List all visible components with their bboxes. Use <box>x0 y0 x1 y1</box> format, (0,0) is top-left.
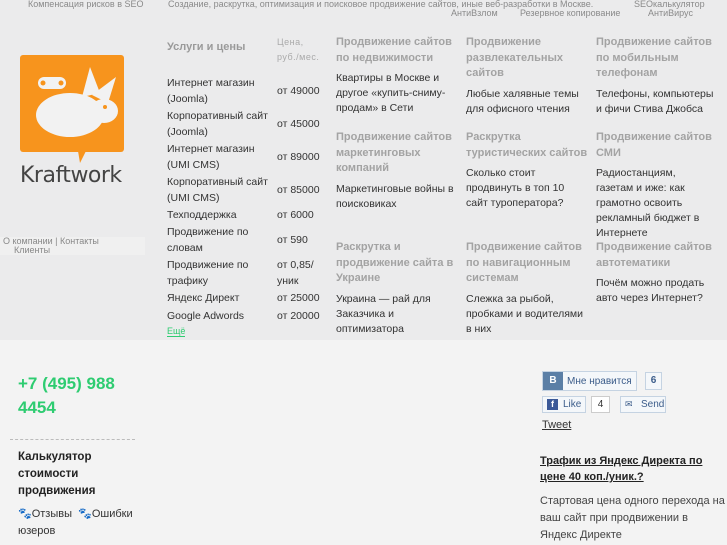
topic-title[interactable]: Продвижение сайтов СМИ <box>596 130 714 161</box>
send-icon: ✉ <box>625 399 633 409</box>
logo[interactable]: Kraftwork <box>20 55 125 190</box>
topic-text: Украина — рай для Заказчика и оптимизато… <box>336 292 431 335</box>
fb-like-button[interactable]: f Like <box>542 396 586 413</box>
vk-like-label: Мне нравится <box>567 376 632 387</box>
antivirus-link[interactable]: АнтиВирус <box>648 8 693 18</box>
service-name: Продвижение по словам <box>167 226 249 254</box>
topic-title[interactable]: Раскрутка и продвижение сайта в Украине <box>336 240 458 287</box>
logo-text: Kraftwork <box>20 163 122 188</box>
topic-text: Почём можно продать авто через Интернет? <box>596 277 705 304</box>
topic-title[interactable]: Продвижение сайтов маркетинговых компани… <box>336 130 458 177</box>
send-label: Send <box>641 399 665 410</box>
topic-text: Квартиры в Москве и другое «купить-сниму… <box>336 72 446 114</box>
service-row[interactable]: Продвижение по трафику от 0,85/уник <box>167 257 327 289</box>
compensation-link[interactable]: Компенсация рисков в SEO <box>28 0 144 9</box>
service-row[interactable]: Интернет магазин (UMI CMS) от 89000 <box>167 141 327 173</box>
topic-title[interactable]: Продвижение сайтов по навигационным сист… <box>466 240 588 287</box>
promo-title[interactable]: Трафик из Яндекс Директа по цене 40 коп.… <box>540 453 720 485</box>
service-price: от 45000 <box>277 118 320 130</box>
topic-card: Продвижение сайтов по недвижимости Кварти… <box>336 35 458 116</box>
service-name: Техподдержка <box>167 209 237 221</box>
topic-card: Продвижение сайтов автотематики Почём мож… <box>596 240 714 306</box>
service-row[interactable]: Корпоративный сайт (Joomla) от 45000 <box>167 108 327 140</box>
service-row[interactable]: Продвижение по словам от 590 <box>167 224 327 256</box>
calculator-links: 🐾Отзывы 🐾Ошибки юзеров <box>18 506 143 540</box>
tweet-link[interactable]: Tweet <box>542 419 571 431</box>
service-row[interactable]: Яндекс Директ от 25000 <box>167 290 327 306</box>
topic-text: Слежка за рыбой, пробками и водителями в… <box>466 292 583 335</box>
service-row[interactable]: Google Adwords от 20000 <box>167 308 327 324</box>
topic-card: Продвижение сайтов маркетинговых компани… <box>336 130 458 212</box>
topic-title[interactable]: Раскрутка туристических сайтов <box>466 130 588 161</box>
topic-title[interactable]: Продвижение сайтов автотематики <box>596 240 714 271</box>
service-price: от 590 <box>277 234 308 246</box>
antihack-link[interactable]: АнтиВзлом <box>451 8 498 18</box>
topic-text: Телефоны, компьютеры и фичи Стива Джобса <box>596 87 714 115</box>
paw-icon: 🐾 <box>78 508 92 520</box>
fb-like-count: 4 <box>591 396 610 413</box>
service-price: от 0,85/уник <box>277 259 314 287</box>
calculator-title[interactable]: Калькулятор стоимости продвижения <box>18 449 118 500</box>
facebook-icon: f <box>547 399 558 410</box>
nav-clients[interactable]: Клиенты <box>14 245 50 255</box>
service-price: от 89000 <box>277 151 320 163</box>
vk-like-button[interactable]: В Мне нравится <box>542 371 637 391</box>
reviews-link[interactable]: Отзывы <box>32 508 72 520</box>
service-name: Яндекс Директ <box>167 292 240 304</box>
promo-text: Стартовая цена одного перехода на ваш са… <box>540 495 725 541</box>
topic-text: Любые халявные темы для офисного чтения <box>466 87 579 115</box>
topic-title[interactable]: Продвижение сайтов по мобильным телефона… <box>596 35 714 82</box>
topic-card: Раскрутка и продвижение сайта в Украине У… <box>336 240 458 337</box>
phone-number: +7 (495) 988 4454 <box>18 374 115 417</box>
topic-text: Маркетинговые войны в поисковиках <box>336 182 454 210</box>
service-name: Google Adwords <box>167 310 245 322</box>
topic-title[interactable]: Продвижение развлекательных сайтов <box>466 35 588 82</box>
topic-card: Раскрутка туристических сайтов Сколько ст… <box>466 130 588 211</box>
divider <box>10 439 135 440</box>
fb-like-label: Like <box>563 399 582 410</box>
service-name: Интернет магазин (UMI CMS) <box>167 143 255 171</box>
service-price: от 49000 <box>277 85 320 97</box>
service-price: от 85000 <box>277 184 320 196</box>
topic-text: Радиостанциям, газетам и иже: как грамот… <box>596 167 700 239</box>
service-name: Интернет магазин (Joomla) <box>167 77 255 105</box>
service-row[interactable]: Техподдержка от 6000 <box>167 207 327 223</box>
nav-contacts[interactable]: Контакты <box>60 236 99 246</box>
topic-text: Сколько стоит продвинуть в топ 10 сайт т… <box>466 167 565 209</box>
topic-card: Продвижение сайтов по мобильным телефона… <box>596 35 714 117</box>
vk-like-count: 6 <box>645 372 662 390</box>
topic-card: Продвижение развлекательных сайтов Любые … <box>466 35 588 117</box>
fb-send-button[interactable]: ✉ Send <box>620 396 666 413</box>
service-name: Корпоративный сайт (Joomla) <box>167 110 268 138</box>
service-row[interactable]: Корпоративный сайт (UMI CMS) от 85000 <box>167 174 327 206</box>
service-name: Корпоративный сайт (UMI CMS) <box>167 176 268 204</box>
vk-icon: В <box>543 372 563 390</box>
price-header: Цена, руб./мес. <box>277 37 320 62</box>
service-price: от 6000 <box>277 209 314 221</box>
services-title: Услуги и цены <box>167 41 246 53</box>
service-name: Продвижение по трафику <box>167 259 249 287</box>
backup-link[interactable]: Резервное копирование <box>520 8 620 18</box>
paw-icon: 🐾 <box>18 508 32 520</box>
topic-card: Продвижение сайтов СМИ Радиостанциям, газ… <box>596 130 714 241</box>
topic-title[interactable]: Продвижение сайтов по недвижимости <box>336 35 458 66</box>
topic-card: Продвижение сайтов по навигационным сист… <box>466 240 588 337</box>
service-price: от 20000 <box>277 310 320 322</box>
service-price: от 25000 <box>277 292 320 304</box>
nav-menu: О компании | Контакты Клиенты <box>0 237 145 255</box>
service-row[interactable]: Интернет магазин (Joomla) от 49000 <box>167 75 327 107</box>
services-more-link[interactable]: Ещё <box>167 326 186 337</box>
